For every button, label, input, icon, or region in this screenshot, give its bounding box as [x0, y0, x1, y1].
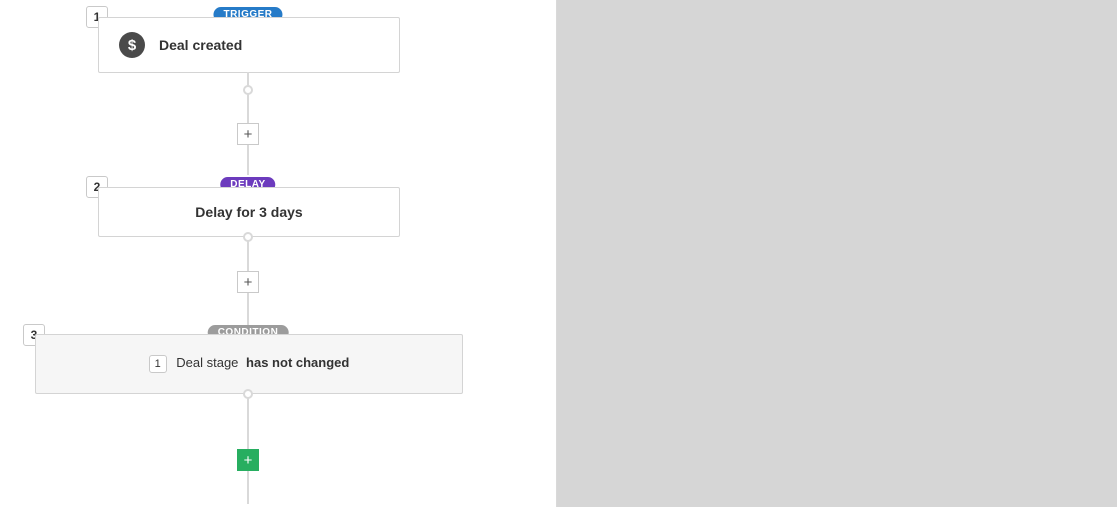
condition-index-chip: 1: [149, 355, 167, 373]
add-step-button-primary[interactable]: +: [237, 449, 259, 471]
delay-label: Delay for 3 days: [99, 188, 399, 236]
trigger-card[interactable]: $ Deal created: [98, 17, 400, 73]
add-step-button[interactable]: +: [237, 271, 259, 293]
condition-field: Deal stage: [176, 355, 238, 370]
condition-row: 1 Deal stage has not changed: [36, 335, 462, 393]
connector-dot: [243, 232, 253, 242]
dollar-icon: $: [119, 32, 145, 58]
connector-dot: [243, 389, 253, 399]
flow-editor-before: 1 TRIGGER $ Deal created + 2 DELAY Delay…: [0, 0, 557, 507]
connector-dot: [243, 85, 253, 95]
delay-card[interactable]: Delay for 3 days: [98, 187, 400, 237]
add-step-button[interactable]: +: [237, 123, 259, 145]
condition-card[interactable]: 1 Deal stage has not changed: [35, 334, 463, 394]
flow-editor-with-dialog: 1 TRIGGER $ Deal created + 2 DELAY ✎ 🗑: [557, 0, 1117, 507]
trigger-label: Deal created: [159, 37, 242, 53]
condition-operator: has not changed: [246, 355, 349, 370]
